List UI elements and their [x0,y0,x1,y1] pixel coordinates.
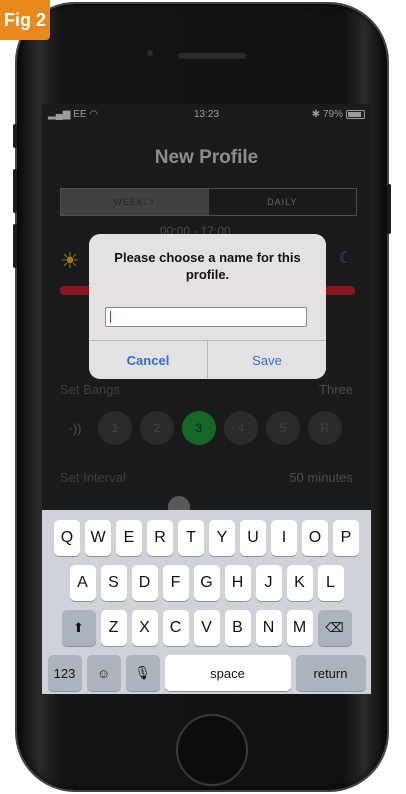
key[interactable]: P [333,520,359,556]
text-caret [110,311,111,323]
key[interactable]: B [224,610,251,646]
name-profile-alert: Please choose a name for this profile. C… [89,234,326,379]
keyboard-row-3: ⬆ Z X C V B N M ⌫ [42,610,371,646]
key[interactable]: Q [54,520,80,556]
key[interactable]: U [240,520,266,556]
keyboard-row-2: A S D F G H J K L [42,565,371,601]
key[interactable]: Z [100,610,127,646]
key[interactable]: N [255,610,282,646]
backspace-icon[interactable]: ⌫ [317,610,352,646]
shift-icon[interactable]: ⬆ [61,610,96,646]
cancel-button[interactable]: Cancel [89,341,208,379]
key[interactable]: S [100,565,127,601]
key[interactable]: L [317,565,344,601]
return-key[interactable]: return [295,655,366,691]
front-camera [145,48,155,58]
space-key[interactable]: space [164,655,291,691]
keyboard-row-4: 123 ☺ 🎙 space return [42,655,371,691]
microphone-icon[interactable]: 🎙 [125,655,160,691]
key[interactable]: R [147,520,173,556]
key[interactable]: M [286,610,313,646]
key[interactable]: X [131,610,158,646]
key[interactable]: O [302,520,328,556]
key[interactable]: D [131,565,158,601]
screen: ▂▄▆ EE ◠ 13:23 ✱ 79% New Profile WEEKLY … [42,104,371,694]
key[interactable]: Y [209,520,235,556]
key[interactable]: H [224,565,251,601]
alert-title: Please choose a name for this profile. [114,250,301,282]
mute-switch [13,124,17,148]
save-button[interactable]: Save [208,341,326,379]
key[interactable]: J [255,565,282,601]
profile-name-input[interactable] [105,307,307,327]
home-button[interactable] [176,714,248,786]
keyboard-row-1: Q W E R T Y U I O P [42,520,371,556]
key[interactable]: K [286,565,313,601]
key[interactable]: T [178,520,204,556]
key[interactable]: F [162,565,189,601]
key[interactable]: E [116,520,142,556]
key[interactable]: V [193,610,220,646]
key[interactable]: A [69,565,96,601]
power-button [387,184,391,234]
emoji-icon[interactable]: ☺ [86,655,121,691]
keyboard: Q W E R T Y U I O P A S D F G H J K L ⬆ … [42,510,371,694]
earpiece-speaker [177,51,247,59]
key[interactable]: C [162,610,189,646]
key[interactable]: I [271,520,297,556]
key[interactable]: W [85,520,111,556]
alert-actions: Cancel Save [89,340,326,379]
numbers-key[interactable]: 123 [47,655,82,691]
figure-label: Fig 2 [0,0,50,40]
key[interactable]: G [193,565,220,601]
volume-up-button [13,169,17,213]
volume-down-button [13,224,17,268]
